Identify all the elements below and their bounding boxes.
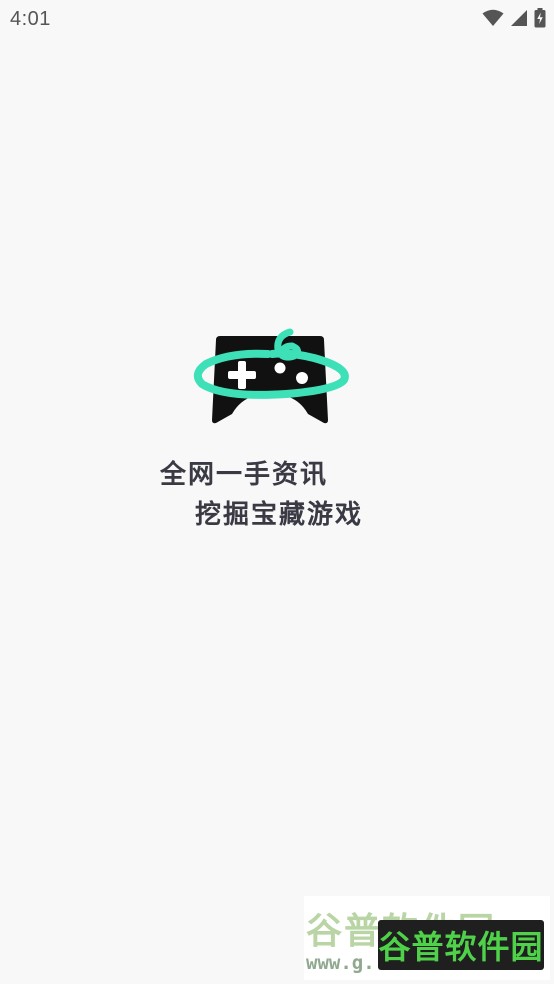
wifi-icon [482,9,504,26]
battery-charging-icon [534,8,546,28]
slogan-line-1: 全网一手资讯 [160,460,329,490]
watermark-name: 谷普软件园 [378,928,544,966]
watermark-badge: 谷普软件园 [378,920,544,970]
cellular-signal-icon [511,10,527,26]
gamepad-logo-icon [193,328,349,424]
status-time: 4:01 [10,8,51,30]
status-bar: 4:01 [0,0,554,40]
status-icons [482,7,546,29]
slogan-line-2: 挖掘宝藏游戏 [195,500,364,530]
watermark: 谷普软件园 www.g...xiazai.com 谷普软件园 [304,896,550,980]
